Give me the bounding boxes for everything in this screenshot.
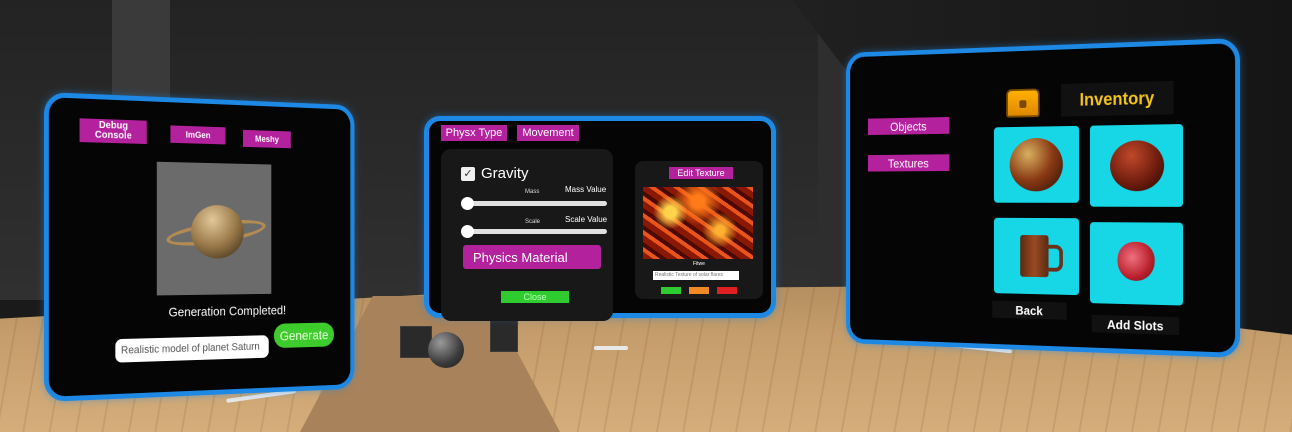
texture-prompt-input[interactable]: Realistic Texture of solar flares (653, 271, 739, 280)
inventory-slot[interactable] (994, 125, 1080, 203)
inventory-slot[interactable] (1089, 222, 1184, 306)
scale-label: Scale (525, 219, 541, 225)
physics-material-dropdown[interactable]: Physics Material (463, 245, 601, 269)
wooden-mug-icon (1020, 234, 1049, 278)
anatomical-heart-icon (1117, 241, 1155, 282)
prompt-input[interactable] (115, 335, 269, 363)
generate-button[interactable]: Generate (273, 322, 335, 349)
pillar-left (112, 0, 170, 100)
model-preview[interactable] (156, 161, 272, 296)
saturn-model (191, 204, 244, 259)
texture-confirm-button[interactable] (661, 287, 681, 294)
texture-card: Edit Texture Fitwe Realistic Texture of … (635, 161, 763, 299)
tab-imgen[interactable]: ImGen (170, 125, 226, 145)
scale-value: Scale Value (565, 215, 608, 224)
scale-slider-handle[interactable] (461, 225, 474, 238)
cube-object[interactable] (400, 326, 432, 358)
physics-panel: Physx Type Movement ✓ Gravity Mass Mass … (424, 116, 776, 321)
gravity-label: Gravity (481, 165, 529, 182)
generation-status: Generation Completed! (168, 302, 287, 320)
mass-slider-handle[interactable] (461, 197, 474, 210)
mass-value: Mass Value (565, 185, 607, 194)
sphere-object[interactable] (428, 332, 464, 368)
tab-physx-type[interactable]: Physx Type (441, 125, 507, 141)
menu-textures[interactable]: Textures (867, 154, 950, 172)
cube-object[interactable] (490, 320, 518, 352)
tab-debug-console[interactable]: Debug Console (79, 118, 147, 145)
inventory-slot[interactable] (994, 217, 1080, 296)
close-button[interactable]: Close (501, 291, 569, 303)
edit-texture-label: Edit Texture (677, 167, 725, 178)
gravity-checkbox[interactable]: ✓ (461, 167, 475, 181)
add-slots-button[interactable]: Add Slots (1091, 314, 1180, 336)
dark-sphere-icon (1110, 140, 1165, 192)
texture-cancel-button[interactable] (717, 287, 737, 294)
tab-debug-console-label: Debug Console (94, 119, 132, 142)
inventory-title: Inventory (1061, 80, 1174, 117)
red-sphere-icon (1009, 137, 1063, 192)
menu-objects[interactable]: Objects (867, 116, 950, 136)
menu-objects-label: Objects (890, 118, 927, 134)
generation-panel: Debug Console ImGen Meshy Generation Com… (44, 92, 355, 402)
menu-textures-label: Textures (887, 155, 929, 171)
tab-movement[interactable]: Movement (517, 125, 579, 141)
treasure-chest-icon (1006, 88, 1040, 118)
texture-caption: Fitwe (693, 261, 705, 267)
edit-texture-button[interactable]: Edit Texture (669, 167, 733, 179)
back-button[interactable]: Back (992, 300, 1067, 320)
mug-handle (1046, 244, 1063, 272)
texture-option-button[interactable] (689, 287, 709, 294)
texture-preview[interactable] (643, 187, 753, 259)
inventory-panel: Objects Textures Inventory Back Add Slot… (846, 38, 1240, 358)
mass-label: Mass (525, 189, 540, 195)
tab-physx-type-label: Physx Type (445, 126, 503, 139)
tab-meshy[interactable]: Meshy (242, 129, 291, 149)
tab-imgen-label: ImGen (185, 129, 211, 140)
floor-marker (594, 346, 628, 350)
mass-slider[interactable] (461, 201, 607, 206)
scale-slider[interactable] (461, 229, 607, 234)
inventory-slot[interactable] (1089, 124, 1184, 207)
physx-settings-card: ✓ Gravity Mass Mass Value Scale Scale Va… (441, 149, 613, 321)
tab-movement-label: Movement (522, 126, 574, 139)
tab-meshy-label: Meshy (255, 133, 279, 144)
